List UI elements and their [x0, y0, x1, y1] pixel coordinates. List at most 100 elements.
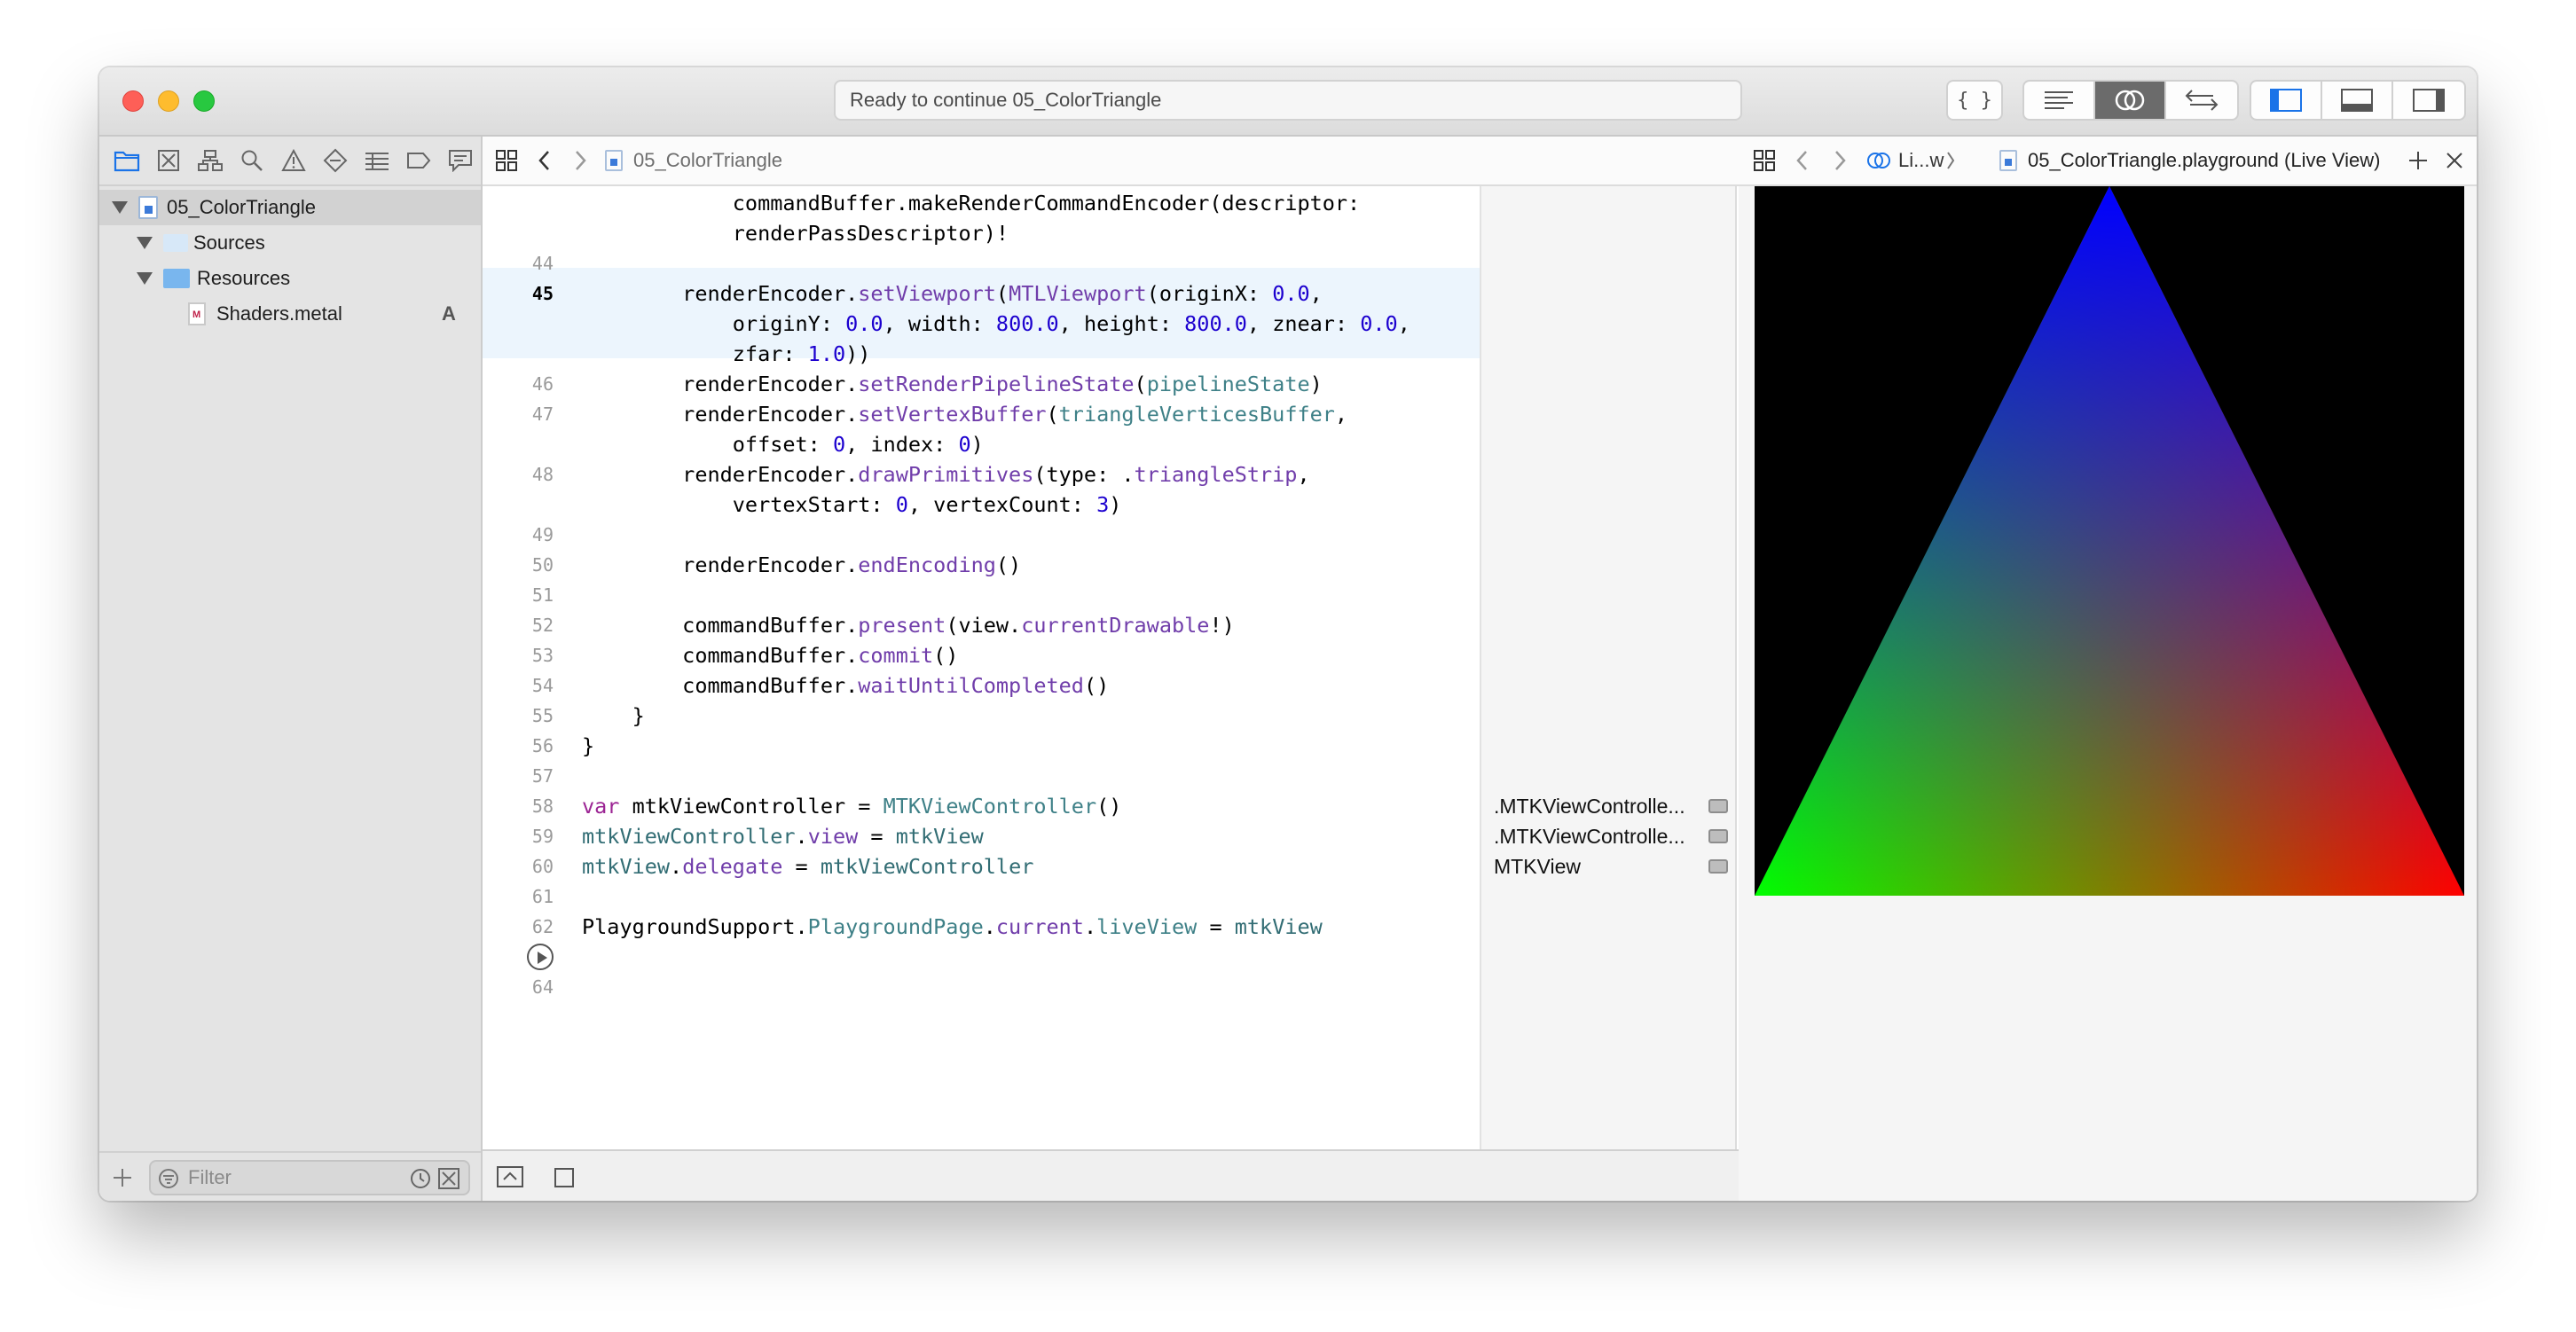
- code-line[interactable]: 50 renderEncoder.endEncoding(): [483, 550, 1480, 580]
- close-window-button[interactable]: [122, 90, 144, 112]
- assistant-editor-button[interactable]: [2095, 82, 2166, 119]
- code-line[interactable]: 54 commandBuffer.waitUntilCompleted(): [483, 670, 1480, 701]
- source-control-filter-icon[interactable]: [438, 1168, 459, 1189]
- code-area[interactable]: commandBuffer.makeRenderCommandEncoder(d…: [483, 186, 1480, 1149]
- run-playground-button[interactable]: [527, 944, 554, 970]
- line-number: 62: [531, 916, 554, 937]
- version-editor-button[interactable]: [2166, 82, 2237, 119]
- code-line[interactable]: 56}: [483, 731, 1480, 761]
- forward-button[interactable]: [1831, 137, 1849, 184]
- code-line[interactable]: 52 commandBuffer.present(view.currentDra…: [483, 610, 1480, 640]
- project-navigator-tab[interactable]: [106, 143, 148, 178]
- code-token: current: [995, 914, 1084, 939]
- source-editor: 05_ColorTriangle commandBuffer.makeRende…: [483, 137, 1838, 1201]
- code-line[interactable]: commandBuffer.makeRenderCommandEncoder(d…: [483, 188, 1480, 218]
- code-token: MTLViewport: [1009, 281, 1147, 306]
- quick-look-icon[interactable]: [1708, 829, 1728, 843]
- code-token: pipelineState: [1146, 372, 1310, 396]
- code-line[interactable]: 51: [483, 580, 1480, 610]
- xcode-window: Ready to continue 05_ColorTriangle { } 0…: [99, 67, 2477, 1201]
- code-token: }: [582, 733, 595, 758]
- close-editor-button[interactable]: [2445, 137, 2464, 184]
- standard-editor-button[interactable]: [2024, 82, 2095, 119]
- code-line[interactable]: 57: [483, 761, 1480, 791]
- zoom-window-button[interactable]: [193, 90, 215, 112]
- source-control-tab[interactable]: [148, 143, 190, 178]
- toggle-navigator-button[interactable]: [2251, 82, 2322, 119]
- code-token: .: [670, 854, 683, 879]
- toggle-debug-area-button[interactable]: [2322, 82, 2393, 119]
- result-row[interactable]: MTKView: [1494, 851, 1735, 881]
- project-row[interactable]: 05_ColorTriangle: [99, 190, 481, 225]
- code-line[interactable]: 47 renderEncoder.setVertexBuffer(triangl…: [483, 399, 1480, 429]
- close-icon: [2446, 153, 2462, 168]
- tree-item-resources[interactable]: Resources: [99, 261, 481, 296]
- library-button[interactable]: { }: [1946, 80, 2003, 121]
- code-line[interactable]: renderPassDescriptor)!: [483, 218, 1480, 248]
- stop-icon[interactable]: [554, 1167, 575, 1188]
- code-line[interactable]: 46 renderEncoder.setRenderPipelineState(…: [483, 369, 1480, 399]
- code-line[interactable]: vertexStart: 0, vertexCount: 3): [483, 490, 1480, 520]
- result-row[interactable]: .MTKViewControlle...: [1494, 821, 1735, 851]
- symbol-navigator-tab[interactable]: [190, 143, 232, 178]
- code-token: view: [807, 824, 859, 849]
- disclosure-expanded-icon[interactable]: [137, 272, 153, 285]
- related-items-button[interactable]: [1753, 137, 1776, 184]
- toggle-inspector-button[interactable]: [2393, 82, 2464, 119]
- code-line[interactable]: 55 }: [483, 701, 1480, 731]
- code-line[interactable]: zfar: 1.0)): [483, 339, 1480, 369]
- live-view-crumb[interactable]: Li...w: [1866, 137, 1956, 184]
- code-line[interactable]: [483, 942, 1480, 972]
- live-view-canvas[interactable]: [1755, 186, 2464, 896]
- code-line[interactable]: 60 mtkView.delegate = mtkViewController: [483, 851, 1480, 881]
- forward-button[interactable]: [571, 137, 589, 184]
- line-number: 54: [531, 675, 554, 696]
- disclosure-expanded-icon[interactable]: [112, 201, 128, 214]
- line-number: 52: [531, 615, 554, 636]
- code-line[interactable]: 48 renderEncoder.drawPrimitives(type: .t…: [483, 459, 1480, 490]
- report-navigator-tab[interactable]: [439, 143, 481, 178]
- debug-navigator-tab[interactable]: [356, 143, 397, 178]
- code-line[interactable]: 58 var mtkViewController = MTKViewControl…: [483, 791, 1480, 821]
- code-line[interactable]: 61: [483, 881, 1480, 912]
- back-button[interactable]: [536, 137, 554, 184]
- breadcrumb[interactable]: 05_ColorTriangle: [605, 137, 782, 184]
- issue-navigator-tab[interactable]: [273, 143, 315, 178]
- show-debug-area-icon[interactable]: [497, 1166, 523, 1187]
- code-token: 0: [895, 492, 908, 517]
- code-line[interactable]: 49: [483, 520, 1480, 550]
- code-line[interactable]: 59 mtkViewController.view = mtkView: [483, 821, 1480, 851]
- breakpoint-navigator-tab[interactable]: [397, 143, 439, 178]
- code-line[interactable]: 64: [483, 972, 1480, 1002]
- code-token: 800.0: [1184, 311, 1247, 336]
- code-token: delegate: [682, 854, 783, 879]
- playground-file-icon: [138, 196, 158, 219]
- result-label: .MTKViewControlle...: [1494, 795, 1685, 818]
- recent-files-icon[interactable]: [410, 1168, 431, 1189]
- minimize-window-button[interactable]: [158, 90, 179, 112]
- code-token: commandBuffer.: [582, 673, 859, 698]
- find-navigator-tab[interactable]: [232, 143, 273, 178]
- code-line[interactable]: originY: 0.0, width: 800.0, height: 800.…: [483, 309, 1480, 339]
- code-line[interactable]: 44: [483, 248, 1480, 278]
- quick-look-icon[interactable]: [1708, 799, 1728, 813]
- live-view-title[interactable]: 05_ColorTriangle.playground (Live View): [1999, 137, 2380, 184]
- code-text: }: [582, 731, 594, 761]
- tree-item-shaders[interactable]: M Shaders.metal A: [99, 296, 481, 332]
- add-editor-button[interactable]: [2407, 137, 2429, 184]
- tree-item-sources[interactable]: Sources: [99, 225, 481, 261]
- code-text: renderEncoder.drawPrimitives(type: .tria…: [582, 459, 1309, 490]
- related-items-button[interactable]: [495, 137, 518, 184]
- disclosure-expanded-icon[interactable]: [137, 237, 153, 249]
- code-line[interactable]: offset: 0, index: 0): [483, 429, 1480, 459]
- result-row[interactable]: .MTKViewControlle...: [1494, 791, 1735, 821]
- code-line[interactable]: 53 commandBuffer.commit(): [483, 640, 1480, 670]
- add-icon[interactable]: [112, 1167, 133, 1188]
- code-token: 0.0: [845, 311, 884, 336]
- code-line[interactable]: 62 PlaygroundSupport.PlaygroundPage.curre…: [483, 912, 1480, 942]
- quick-look-icon[interactable]: [1708, 859, 1728, 874]
- code-token: (: [1046, 402, 1059, 427]
- code-line[interactable]: 45 renderEncoder.setViewport(MTLViewport…: [483, 278, 1480, 309]
- back-button[interactable]: [1794, 137, 1811, 184]
- test-navigator-tab[interactable]: [314, 143, 356, 178]
